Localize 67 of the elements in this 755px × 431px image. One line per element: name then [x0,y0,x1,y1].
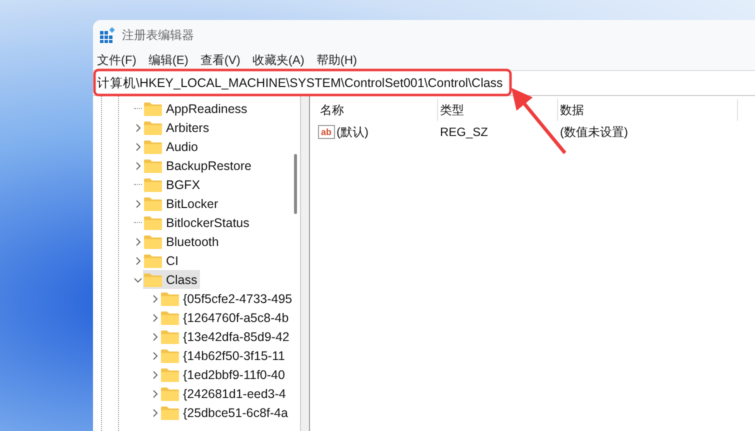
chevron-right-icon[interactable] [134,142,142,150]
tree-item[interactable]: Audio [143,137,201,156]
tree-item[interactable]: {1ed2bbf9-11f0-40 [160,365,288,384]
tree-item[interactable]: CI [143,251,182,270]
tree-item[interactable]: AppReadiness [143,99,250,118]
folder-icon [161,406,179,420]
menu-item[interactable]: 查看(V) [200,52,240,68]
chevron-right-icon[interactable] [151,390,159,398]
chevron-down-icon[interactable] [134,276,142,284]
chevron-right-icon[interactable] [134,200,142,208]
menu-item[interactable]: 收藏夹(A) [252,52,304,68]
folder-icon [144,158,162,172]
tree-line [134,184,142,185]
folder-icon [161,330,179,344]
folder-icon [144,178,162,192]
tree-item[interactable]: {05f5cfe2-4733-495 [160,289,296,308]
tree-item[interactable]: BGFX [143,175,204,194]
folder-icon [161,386,179,400]
folder-icon [161,368,179,382]
scrollbar-thumb[interactable] [294,154,297,214]
chevron-right-icon[interactable] [134,256,142,264]
tree-item[interactable]: BitLocker [143,194,222,213]
tree-item[interactable]: Bluetooth [143,232,222,251]
value-name: (默认) [336,124,369,140]
tree-item[interactable]: BitlockerStatus [143,213,252,232]
tree-item[interactable]: {1264760f-a5c8-4b [160,308,292,327]
chevron-right-icon[interactable] [134,162,142,170]
chevron-right-icon[interactable] [134,124,142,132]
folder-icon [144,102,162,116]
folder-icon [144,120,162,134]
column-header[interactable]: 名称 [318,99,438,121]
tree-item[interactable]: {13e42dfa-85d9-42 [160,327,292,346]
chevron-right-icon[interactable] [151,370,159,378]
chevron-right-icon[interactable] [151,294,159,302]
chevron-right-icon[interactable] [151,332,159,340]
table-cell-text: REG_SZ [439,125,490,139]
folder-icon [161,348,179,362]
tree-item[interactable]: {14b62f50-3f15-11 [160,346,288,365]
grid-icon [100,27,116,43]
chevron-right-icon[interactable] [151,314,159,322]
tree-item[interactable]: BackupRestore [143,156,254,175]
tree-line [134,108,142,109]
folder-icon [144,140,162,154]
chevron-right-icon[interactable] [151,408,159,416]
address-bar[interactable]: 计算机\HKEY_LOCAL_MACHINE\SYSTEM\ControlSet001\Control\Class [93,75,503,91]
chevron-right-icon[interactable] [151,352,159,360]
folder-icon [144,234,162,248]
folder-icon [144,196,162,210]
menu-item[interactable]: 文件(F) [97,52,136,68]
folder-icon [161,310,179,324]
folder-icon [161,292,179,306]
folder-icon [144,254,162,268]
table-cell-text: (数值未设置) [559,124,629,140]
tree-item[interactable]: Class [143,270,200,289]
column-header[interactable]: 数据 [558,99,738,121]
tree-item[interactable]: {242681d1-eed3-4 [160,384,289,403]
tree-item[interactable]: Arbiters [143,118,212,137]
tree-item[interactable]: {25dbce51-6c8f-4a [160,403,291,422]
chevron-right-icon[interactable] [134,238,142,246]
folder-icon [144,272,162,286]
menu-item[interactable]: 帮助(H) [316,52,357,68]
string-value-icon: ab [318,125,335,139]
window-title: 注册表编辑器 [122,26,194,44]
tree-line [134,222,142,223]
menu-item[interactable]: 编辑(E) [148,52,188,68]
folder-icon [144,216,162,230]
column-header[interactable]: 类型 [438,99,558,121]
